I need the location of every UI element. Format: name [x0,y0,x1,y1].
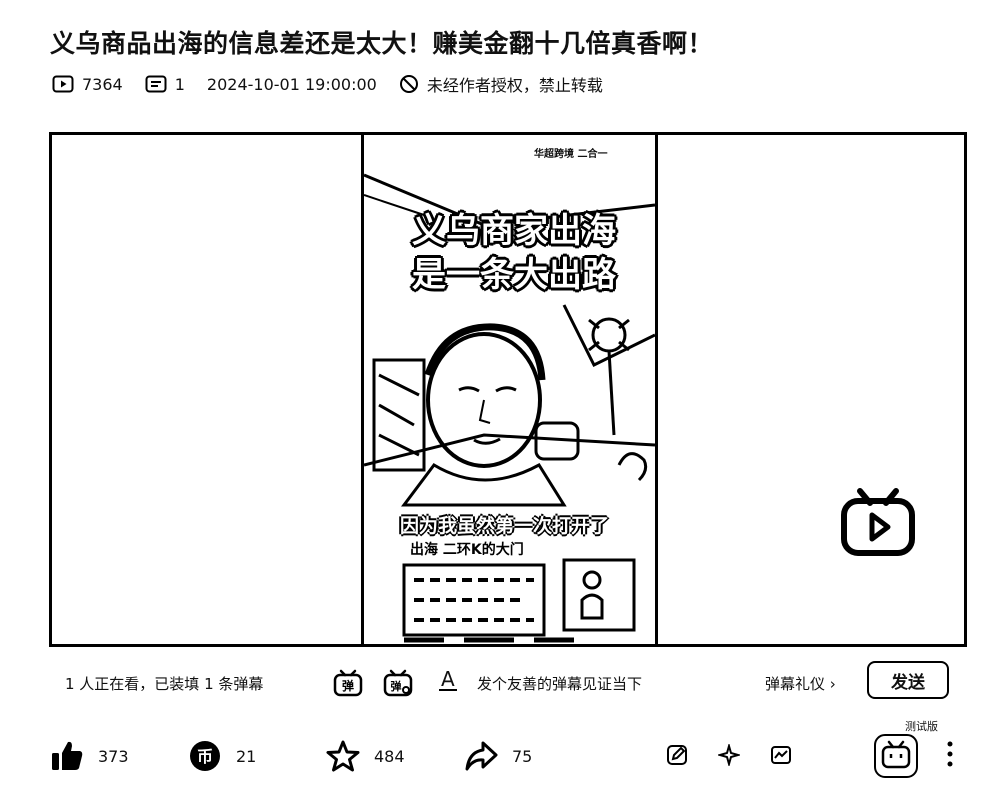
svg-text:弹: 弹 [391,679,402,693]
frame-headline-1: 义乌商家出海 [412,211,616,251]
note-button[interactable] [666,744,688,770]
tv-button[interactable] [874,734,918,782]
thumbs-up-icon [52,741,83,770]
danmaku-etiquette-link[interactable]: 弹幕礼仪 › [765,673,836,694]
sparkle-icon [716,742,742,768]
beta-label: 测试版 [905,720,938,733]
danmaku-toggle-icon: 弹 [333,669,363,697]
play-box-icon [52,75,74,93]
play-logo-button[interactable] [838,481,918,563]
danmaku-style-icon[interactable]: A [439,667,457,691]
frame-headline-2: 是一条大出路 [412,255,616,295]
svg-text:币: 币 [197,747,213,766]
note-edit-icon [667,745,687,765]
comment-count: 1 [145,75,185,94]
danmaku-toggle[interactable]: 弹 [333,669,363,701]
chart-icon [771,746,791,764]
view-count: 7364 [52,75,123,94]
video-title: 义乌商品出海的信息差还是太大！赚美金翻十几倍真香啊！ [50,29,714,58]
svg-text:弹: 弹 [342,678,354,693]
bilibili-tv-icon [874,734,918,778]
viewer-count: 1 人正在看，已装填 1 条弹幕 [65,675,264,693]
danmaku-settings-icon: 弹 [383,669,413,697]
video-player[interactable]: 华超跨境 二合一 义乌商家出海 是一条大出路 因为我虽然第一次打开了 出海 二环… [49,132,967,647]
coin-button[interactable]: 币 21 [188,736,256,776]
danmaku-settings[interactable]: 弹 [383,669,413,701]
favorite-button[interactable]: 484 [326,736,405,776]
action-toolbar: 373 币 21 484 75 [50,734,970,782]
video-frame: 华超跨境 二合一 义乌商家出海 是一条大出路 因为我虽然第一次打开了 出海 二环… [361,135,658,644]
more-button[interactable] [942,740,958,772]
share-arrow-icon [465,741,498,771]
video-meta: 7364 1 2024-10-01 19:00:00 未经作者授权，禁止转载 [52,72,625,96]
send-button[interactable]: 发送 [867,661,949,699]
frame-caption: 因为我虽然第一次打开了 [400,515,610,537]
publish-time: 2024-10-01 19:00:00 [206,74,377,94]
no-entry-icon [399,75,418,93]
video-watermark: 华超跨境 二合一 [534,149,608,160]
danmaku-input[interactable]: 发个友善的弹幕见证当下 [477,673,642,694]
stats-button[interactable] [770,744,792,770]
star-icon [326,740,360,772]
more-vertical-icon [947,741,953,767]
share-button[interactable]: 75 [464,736,532,776]
bilibili-play-icon [841,488,915,556]
danmaku-bar: 1 人正在看，已装填 1 条弹幕 弹 弹 A 发个友善的弹幕见证当下 弹幕礼仪 … [49,655,967,711]
coin-icon: 币 [190,741,220,771]
comment-box-icon [145,75,167,93]
magic-button[interactable] [716,742,742,770]
frame-subcaption: 出海 二环K的大门 [410,542,524,558]
like-button[interactable]: 373 [50,736,129,776]
copyright-notice: 未经作者授权，禁止转载 [399,72,603,96]
